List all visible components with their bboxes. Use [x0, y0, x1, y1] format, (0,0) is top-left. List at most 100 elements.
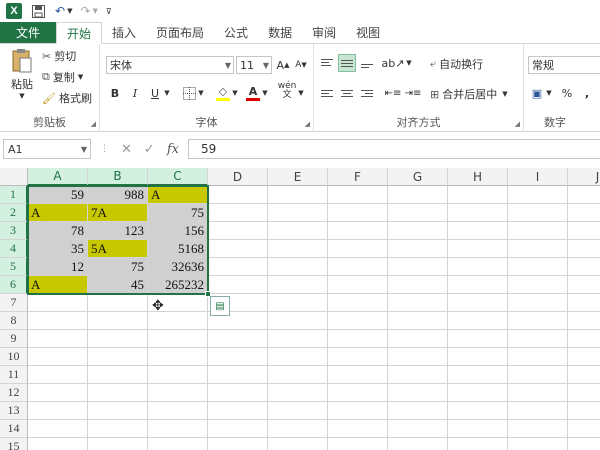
copy-button[interactable]: ⧉ 复制 ▼: [42, 69, 83, 85]
cancel-icon[interactable]: ✕: [121, 142, 132, 157]
row-header-11[interactable]: 11: [0, 366, 28, 384]
cell-f12[interactable]: [328, 384, 388, 402]
cell-h11[interactable]: [448, 366, 508, 384]
row-header-9[interactable]: 9: [0, 330, 28, 348]
cell-f11[interactable]: [328, 366, 388, 384]
cell-e12[interactable]: [268, 384, 328, 402]
cell-j14[interactable]: [568, 420, 600, 438]
cell-b13[interactable]: [88, 402, 148, 420]
cell-i4[interactable]: [508, 240, 568, 258]
tab-view[interactable]: 视图: [346, 22, 390, 43]
cell-b10[interactable]: [88, 348, 148, 366]
row-header-5[interactable]: 5: [0, 258, 28, 276]
cell-j7[interactable]: [568, 294, 600, 312]
cell-e6[interactable]: [268, 276, 328, 294]
cell-c6[interactable]: 265232: [148, 276, 208, 294]
cell-h2[interactable]: [448, 204, 508, 222]
cell-d2[interactable]: [208, 204, 268, 222]
tab-formulas[interactable]: 公式: [214, 22, 258, 43]
cell-i14[interactable]: [508, 420, 568, 438]
cell-f7[interactable]: [328, 294, 388, 312]
cell-h13[interactable]: [448, 402, 508, 420]
cell-i12[interactable]: [508, 384, 568, 402]
column-header-i[interactable]: I: [508, 168, 568, 186]
cell-g11[interactable]: [388, 366, 448, 384]
clipboard-launcher-icon[interactable]: ◢: [91, 120, 96, 128]
cell-f1[interactable]: [328, 186, 388, 204]
row-header-7[interactable]: 7: [0, 294, 28, 312]
italic-button[interactable]: I: [126, 84, 144, 102]
cell-a11[interactable]: [28, 366, 88, 384]
cell-d15[interactable]: [208, 438, 268, 450]
cell-j2[interactable]: [568, 204, 600, 222]
grow-font-button[interactable]: A ▲: [274, 56, 292, 74]
cell-h10[interactable]: [448, 348, 508, 366]
cell-d5[interactable]: [208, 258, 268, 276]
cell-c11[interactable]: [148, 366, 208, 384]
row-header-2[interactable]: 2: [0, 204, 28, 222]
cell-g7[interactable]: [388, 294, 448, 312]
cell-b7[interactable]: [88, 294, 148, 312]
customize-icon[interactable]: ⊽: [106, 3, 112, 19]
column-header-h[interactable]: H: [448, 168, 508, 186]
cell-b11[interactable]: [88, 366, 148, 384]
cell-c8[interactable]: [148, 312, 208, 330]
tab-insert[interactable]: 插入: [102, 22, 146, 43]
redo-dropdown-icon[interactable]: ▼: [93, 3, 98, 19]
align-top-icon[interactable]: [318, 54, 336, 72]
cell-d12[interactable]: [208, 384, 268, 402]
cell-g1[interactable]: [388, 186, 448, 204]
cell-f8[interactable]: [328, 312, 388, 330]
bold-button[interactable]: B: [106, 84, 124, 102]
cell-j13[interactable]: [568, 402, 600, 420]
cell-b3[interactable]: 123: [88, 222, 148, 240]
cell-f9[interactable]: [328, 330, 388, 348]
font-name-combo[interactable]: 宋体 ▼: [106, 56, 234, 74]
cell-h8[interactable]: [448, 312, 508, 330]
undo-dropdown-icon[interactable]: ▼: [67, 3, 72, 19]
row-header-12[interactable]: 12: [0, 384, 28, 402]
decrease-indent-icon[interactable]: ⇤≡: [384, 84, 402, 102]
cell-f10[interactable]: [328, 348, 388, 366]
align-center-icon[interactable]: [338, 84, 356, 102]
cell-e14[interactable]: [268, 420, 328, 438]
column-header-e[interactable]: E: [268, 168, 328, 186]
cell-j8[interactable]: [568, 312, 600, 330]
shrink-font-button[interactable]: A ▼: [292, 56, 310, 74]
enter-icon[interactable]: ✓: [144, 142, 155, 157]
cell-g13[interactable]: [388, 402, 448, 420]
font-launcher-icon[interactable]: ◢: [305, 120, 310, 128]
cell-f14[interactable]: [328, 420, 388, 438]
cell-c4[interactable]: 5168: [148, 240, 208, 258]
column-header-a[interactable]: A: [28, 168, 88, 186]
cell-j10[interactable]: [568, 348, 600, 366]
align-middle-icon[interactable]: [338, 54, 356, 72]
cell-a14[interactable]: [28, 420, 88, 438]
row-header-13[interactable]: 13: [0, 402, 28, 420]
select-all-corner[interactable]: [0, 168, 28, 186]
formula-input[interactable]: 59: [188, 139, 600, 159]
column-header-g[interactable]: G: [388, 168, 448, 186]
row-header-1[interactable]: 1: [0, 186, 28, 204]
format-painter-button[interactable]: 🖌 格式刷: [42, 90, 92, 106]
merge-center-button[interactable]: ⊞ 合并后居中 ▼: [430, 86, 508, 102]
cell-i11[interactable]: [508, 366, 568, 384]
alignment-launcher-icon[interactable]: ◢: [515, 120, 520, 128]
align-bottom-icon[interactable]: [358, 54, 376, 72]
cell-h3[interactable]: [448, 222, 508, 240]
cell-f4[interactable]: [328, 240, 388, 258]
cell-c5[interactable]: 32636: [148, 258, 208, 276]
cell-i1[interactable]: [508, 186, 568, 204]
tab-review[interactable]: 审阅: [302, 22, 346, 43]
cell-a2[interactable]: A: [28, 204, 88, 222]
cell-d1[interactable]: [208, 186, 268, 204]
align-right-icon[interactable]: [358, 84, 376, 102]
cell-d6[interactable]: [208, 276, 268, 294]
cell-e7[interactable]: [268, 294, 328, 312]
cell-c15[interactable]: [148, 438, 208, 450]
cell-j15[interactable]: [568, 438, 600, 450]
cell-c13[interactable]: [148, 402, 208, 420]
cell-b2[interactable]: 7A: [88, 204, 148, 222]
cell-a5[interactable]: 12: [28, 258, 88, 276]
quick-analysis-icon[interactable]: ▤: [210, 296, 230, 316]
